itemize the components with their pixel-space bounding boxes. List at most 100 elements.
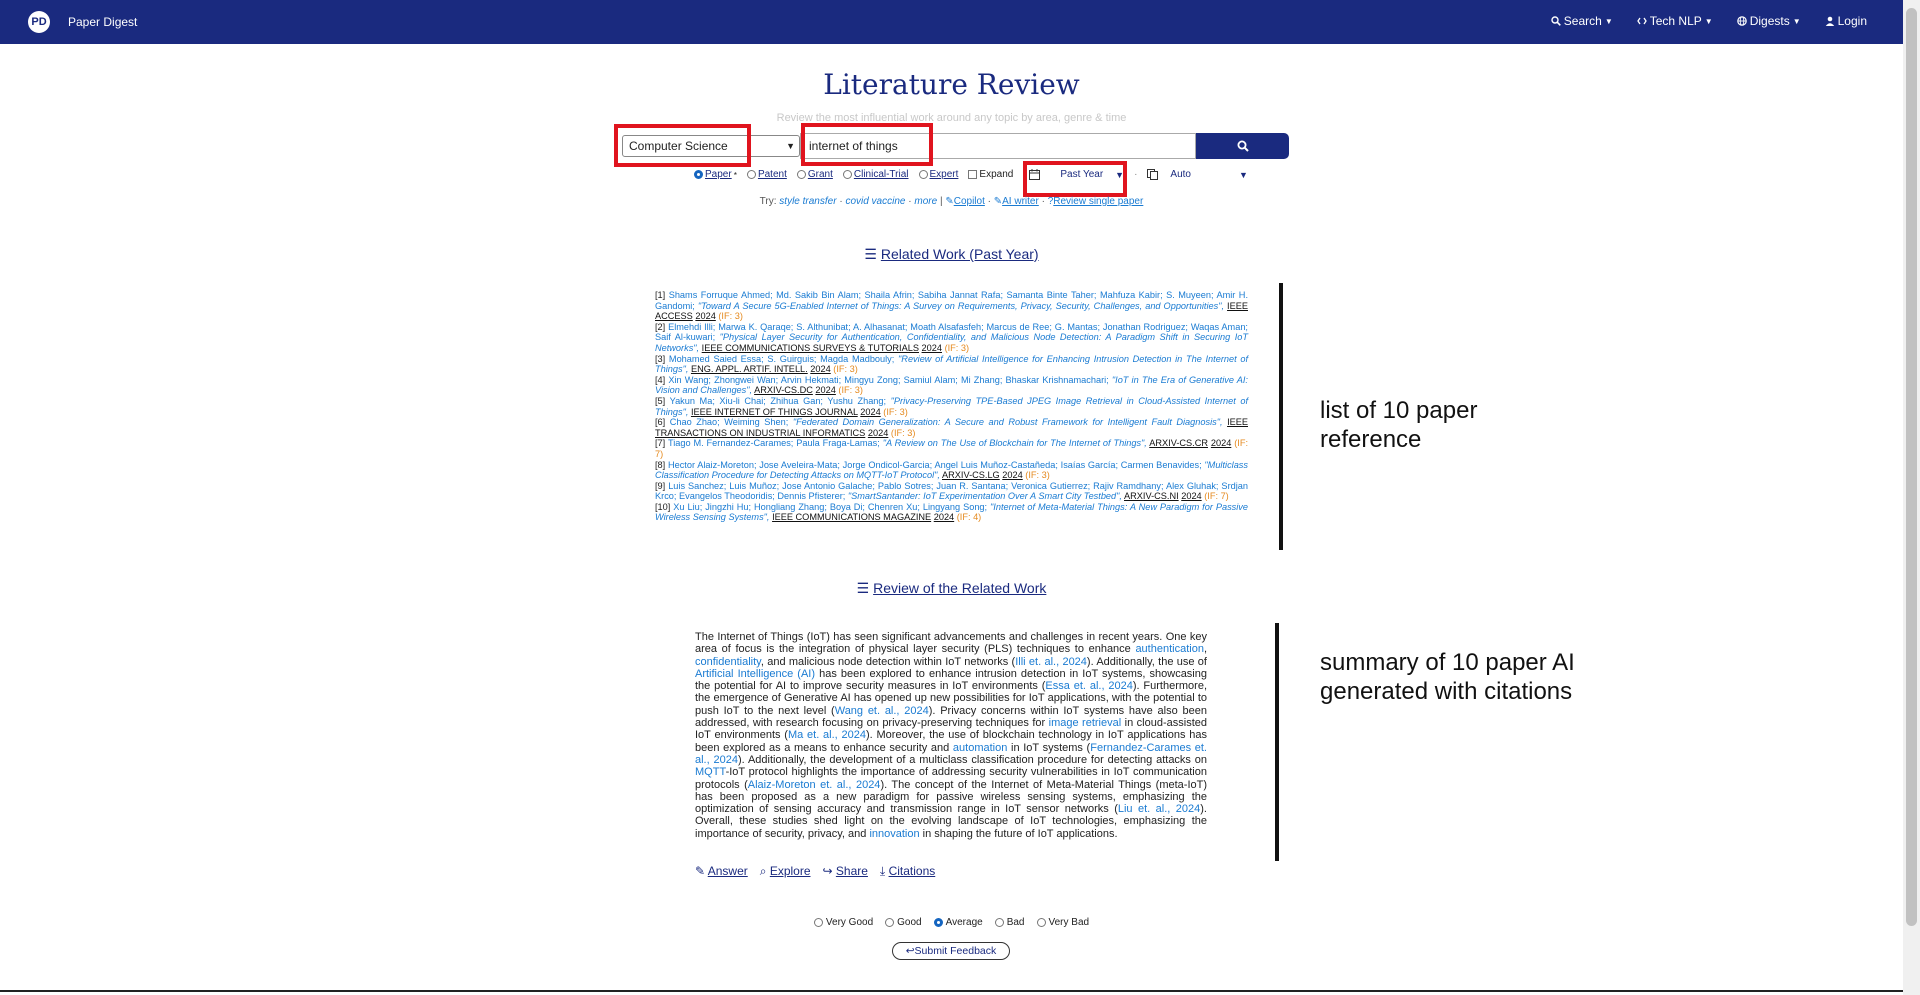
explore-action[interactable]: ⌕ Explore [760,864,811,879]
ref-title[interactable]: "Toward A Secure 5G-Enabled Internet of … [698,301,1224,311]
submit-feedback-button[interactable]: ↩ Submit Feedback [892,942,1010,960]
radio-button[interactable] [796,170,806,179]
ref-venue[interactable]: IEEE INTERNET OF THINGS JOURNAL [691,407,858,417]
type-expert[interactable]: Expert [918,169,958,180]
ref-authors[interactable]: Mohamed Saied Essa; S. Guirguis; Magda M… [669,354,894,364]
time-select[interactable]: Past Year ▼ [1029,169,1124,180]
brand-name[interactable]: Paper Digest [68,15,137,29]
example-covid-vaccine[interactable]: covid vaccine [845,196,905,207]
ref-year[interactable]: 2024 [815,385,835,395]
ref-authors[interactable]: Xin Wang; Zhongwei Wan; Arvin Hekmati; M… [668,375,1108,385]
nav-digests-label: Digests [1749,14,1790,28]
mode-select[interactable]: Auto ▼ [1147,169,1248,180]
radio-button[interactable] [694,170,703,179]
rating-very-bad[interactable]: Very Bad [1036,917,1089,928]
example-style-transfer[interactable]: style transfer [779,196,836,207]
answer-label: Answer [707,864,748,878]
ref-authors[interactable]: Chao Zhao; Weiming Shen; [670,417,789,427]
summary-citation-link[interactable]: Liu et. al., 2024 [1118,803,1200,815]
search-icon [1551,16,1561,26]
ref-venue[interactable]: IEEE COMMUNICATIONS MAGAZINE [772,512,931,522]
scrollbar-thumb[interactable] [1906,8,1917,926]
expand-option[interactable]: Expand [968,169,1013,180]
related-work-title: Related Work (Past Year) [880,246,1039,262]
review-heading[interactable]: ☰ Review of the Related Work [0,580,1903,597]
ref-venue[interactable]: ARXIV-CS.CR [1149,438,1208,448]
summary-citation-link[interactable]: confidentiality [695,656,761,668]
ref-year[interactable]: 2024 [922,343,942,353]
reference-item: [5] Yakun Ma; Xiu-li Chai; Zhihua Gan; Y… [655,396,1248,417]
radio-button[interactable] [918,170,928,179]
type-grant[interactable]: Grant [796,169,833,180]
ref-venue[interactable]: ARXIV-CS.DC [754,385,813,395]
nav-tech-nlp[interactable]: Tech NLP ▼ [1636,14,1713,28]
ref-year[interactable]: 2024 [934,512,954,522]
share-action[interactable]: ↪ Share [823,864,868,879]
radio-button[interactable] [1036,918,1046,927]
ref-venue[interactable]: ARXIV-CS.NI [1124,491,1179,501]
ref-impact-factor: (IF: 3) [883,406,908,417]
brand[interactable]: PD Paper Digest [28,11,137,33]
summary-citation-link[interactable]: Illi et. al., 2024 [1015,656,1087,668]
ref-year[interactable]: 2024 [868,428,888,438]
ref-year[interactable]: 2024 [860,407,880,417]
rating-bad[interactable]: Bad [994,917,1025,928]
ref-venue[interactable]: IEEE COMMUNICATIONS SURVEYS & TUTORIALS [702,343,919,353]
radio-button[interactable] [933,918,943,927]
page-title: Literature Review [823,68,1080,101]
type-grant-label: Grant [807,169,833,180]
summary-citation-link[interactable]: automation [953,742,1007,754]
ref-year[interactable]: 2024 [1211,438,1231,448]
ref-authors[interactable]: Xu Liu; Jingzhi Hu; Hongliang Zhang; Boy… [673,502,987,512]
nav-menu: Search ▼ Tech NLP ▼ Digests ▼ Login [1551,14,1867,28]
rating-average[interactable]: Average [933,917,983,928]
type-paper[interactable]: Paper * [694,169,737,180]
search-button[interactable] [1196,133,1289,159]
ref-year[interactable]: 2024 [1002,470,1022,480]
ref-authors[interactable]: Tiago M. Fernandez-Carames; Paula Fraga-… [668,438,880,448]
ref-year[interactable]: 2024 [695,311,715,321]
ref-title[interactable]: "Federated Domain Generalization: A Secu… [793,417,1223,427]
rating-good[interactable]: Good [885,917,922,928]
summary-citation-link[interactable]: Alaiz-Moreton et. al., 2024 [748,779,881,791]
ref-title[interactable]: "A Review on The Use of Blockchain for T… [883,438,1147,448]
radio-button[interactable] [842,170,852,179]
nav-search[interactable]: Search ▼ [1551,14,1613,28]
ai-writer-link[interactable]: AI writer [1002,196,1039,207]
copilot-link[interactable]: Copilot [954,196,985,207]
example-more[interactable]: more [914,196,937,207]
type-patent[interactable]: Patent [746,169,787,180]
ref-venue[interactable]: ARXIV-CS.LG [942,470,1000,480]
nav-login[interactable]: Login [1825,14,1867,28]
expand-checkbox[interactable] [968,170,978,179]
summary-citation-link[interactable]: innovation [869,828,919,840]
citations-action[interactable]: ⤓ Citations [880,864,935,879]
answer-action[interactable]: ✎ Answer [695,864,748,879]
ref-title[interactable]: "SmartSantander: IoT Experimentation Ove… [848,491,1122,501]
rating-very-good[interactable]: Very Good [813,917,873,928]
vertical-scrollbar[interactable] [1903,0,1920,995]
radio-button[interactable] [746,170,756,179]
nav-digests[interactable]: Digests ▼ [1736,14,1801,28]
radio-button[interactable] [994,918,1004,927]
related-work-heading[interactable]: ☰ Related Work (Past Year) [0,246,1903,263]
ref-authors[interactable]: Hector Alaiz-Moreton; Jose Aveleira-Mata… [668,460,1202,470]
summary-citation-link[interactable]: authentication [1135,643,1204,655]
summary-citation-link[interactable]: Ma et. al., 2024 [788,729,866,741]
summary-citation-link[interactable]: image retrieval [1049,717,1122,729]
type-clinical-trial[interactable]: Clinical-Trial [842,169,909,180]
radio-button[interactable] [813,918,823,927]
ref-impact-factor: (IF: 3) [890,427,916,438]
summary-citation-link[interactable]: Essa et. al., 2024 [1045,680,1132,692]
ref-venue[interactable]: ENG. APPL. ARTIF. INTELL. [691,364,808,374]
summary-citation-link[interactable]: Wang et. al., 2024 [835,705,929,717]
ref-authors[interactable]: Yakun Ma; Xiu-li Chai; Zhihua Gan; Yushu… [670,396,886,406]
review-single-paper-link[interactable]: Review single paper [1053,196,1143,207]
ref-year[interactable]: 2024 [810,364,830,374]
ref-year[interactable]: 2024 [1181,491,1201,501]
radio-button[interactable] [885,918,895,927]
summary-citation-link[interactable]: MQTT [695,766,726,778]
code-icon [1636,17,1647,25]
ref-impact-factor: (IF: 3) [833,364,858,375]
summary-citation-link[interactable]: Artificial Intelligence (AI) [695,668,815,680]
